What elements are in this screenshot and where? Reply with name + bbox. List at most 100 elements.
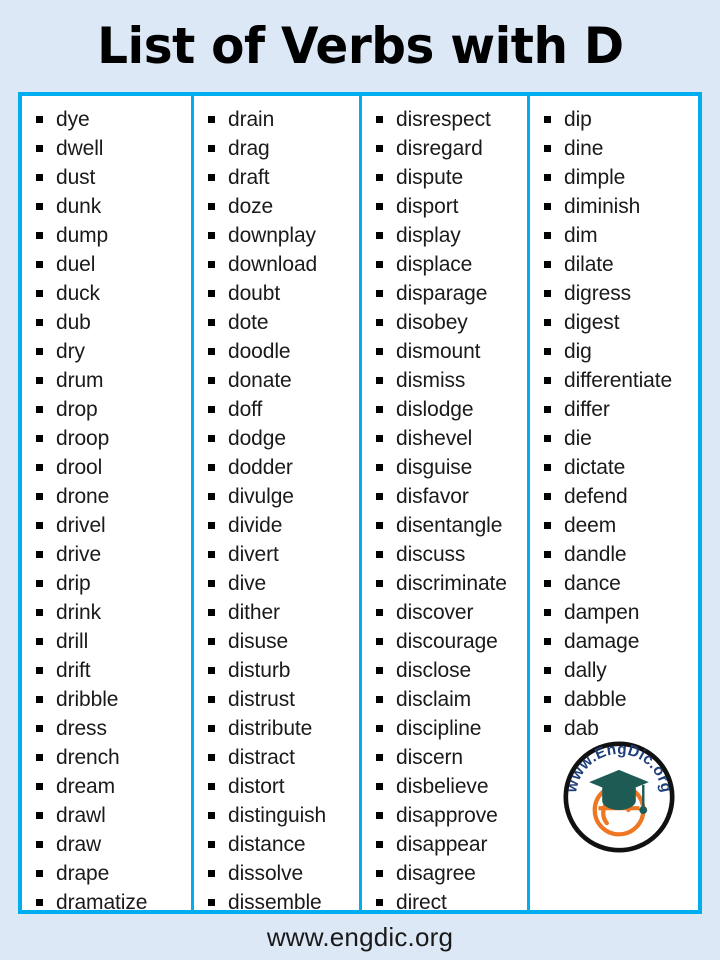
square-bullet-icon	[376, 406, 383, 413]
square-bullet-icon	[544, 203, 551, 210]
list-item: dally	[544, 656, 698, 685]
word-label: dodge	[228, 427, 286, 450]
square-bullet-icon	[544, 696, 551, 703]
list-item: distance	[208, 830, 359, 859]
word-label: drag	[228, 137, 270, 160]
list-item: disbelieve	[376, 772, 527, 801]
word-label: distrust	[228, 688, 295, 711]
word-label: dye	[56, 108, 90, 131]
list-item: dislodge	[376, 395, 527, 424]
square-bullet-icon	[36, 464, 43, 471]
square-bullet-icon	[208, 319, 215, 326]
list-item: disclaim	[376, 685, 527, 714]
list-item: distort	[208, 772, 359, 801]
list-item: drone	[36, 482, 191, 511]
word-label: dance	[564, 572, 621, 595]
list-item: dither	[208, 598, 359, 627]
square-bullet-icon	[36, 203, 43, 210]
word-label: disparage	[396, 282, 488, 305]
list-item: dust	[36, 163, 191, 192]
square-bullet-icon	[36, 754, 43, 761]
square-bullet-icon	[208, 290, 215, 297]
list-item: dote	[208, 308, 359, 337]
word-label: divide	[228, 514, 283, 537]
square-bullet-icon	[376, 232, 383, 239]
list-item: doze	[208, 192, 359, 221]
list-item: dispute	[376, 163, 527, 192]
word-label: dunk	[56, 195, 102, 218]
list-item: distribute	[208, 714, 359, 743]
list-item: duel	[36, 250, 191, 279]
list-item: dab	[544, 714, 698, 743]
word-label: drop	[56, 398, 98, 421]
square-bullet-icon	[544, 551, 551, 558]
square-bullet-icon	[376, 290, 383, 297]
square-bullet-icon	[36, 870, 43, 877]
square-bullet-icon	[208, 841, 215, 848]
square-bullet-icon	[376, 870, 383, 877]
word-label: differentiate	[564, 369, 673, 392]
word-label: dine	[564, 137, 604, 160]
square-bullet-icon	[544, 406, 551, 413]
word-label: dally	[564, 659, 607, 682]
word-label: direct	[396, 891, 447, 910]
list-item: dramatize	[36, 888, 191, 910]
square-bullet-icon	[208, 348, 215, 355]
word-list-3: disrespect disregard dispute disport display…	[362, 105, 527, 910]
list-item: discriminate	[376, 569, 527, 598]
square-bullet-icon	[208, 203, 215, 210]
engdic-logo: www.EngDic.org	[563, 741, 675, 853]
square-bullet-icon	[544, 435, 551, 442]
word-label: dandle	[564, 543, 627, 566]
square-bullet-icon	[376, 145, 383, 152]
word-label: discuss	[396, 543, 466, 566]
square-bullet-icon	[208, 725, 215, 732]
square-bullet-icon	[376, 725, 383, 732]
word-label: drum	[56, 369, 104, 392]
square-bullet-icon	[544, 377, 551, 384]
list-item: download	[208, 250, 359, 279]
list-item: drivel	[36, 511, 191, 540]
word-label: droop	[56, 427, 110, 450]
square-bullet-icon	[376, 580, 383, 587]
word-label: dismiss	[396, 369, 466, 392]
word-label: dilate	[564, 253, 614, 276]
square-bullet-icon	[208, 464, 215, 471]
list-item: disobey	[376, 308, 527, 337]
word-label: die	[564, 427, 592, 450]
word-label: duel	[56, 253, 96, 276]
word-label: digress	[564, 282, 631, 305]
square-bullet-icon	[208, 580, 215, 587]
square-bullet-icon	[208, 406, 215, 413]
word-label: distance	[228, 833, 306, 856]
square-bullet-icon	[36, 696, 43, 703]
list-item: dodder	[208, 453, 359, 482]
word-label: distract	[228, 746, 295, 769]
word-label: dry	[56, 340, 85, 363]
list-item: dampen	[544, 598, 698, 627]
word-label: disappear	[396, 833, 488, 856]
list-item: divert	[208, 540, 359, 569]
square-bullet-icon	[36, 377, 43, 384]
square-bullet-icon	[36, 551, 43, 558]
square-bullet-icon	[376, 319, 383, 326]
square-bullet-icon	[544, 609, 551, 616]
list-item: dishevel	[376, 424, 527, 453]
word-label: discipline	[396, 717, 482, 740]
square-bullet-icon	[376, 261, 383, 268]
list-item: dunk	[36, 192, 191, 221]
word-label: dismount	[396, 340, 481, 363]
list-item: draw	[36, 830, 191, 859]
square-bullet-icon	[208, 696, 215, 703]
square-bullet-icon	[208, 870, 215, 877]
word-label: drift	[56, 659, 91, 682]
title-bar: List of Verbs with D	[0, 0, 720, 92]
list-item: discern	[376, 743, 527, 772]
square-bullet-icon	[208, 435, 215, 442]
word-label: drain	[228, 108, 275, 131]
list-item: disfavor	[376, 482, 527, 511]
word-label: dither	[228, 601, 280, 624]
square-bullet-icon	[36, 493, 43, 500]
list-item: display	[376, 221, 527, 250]
square-bullet-icon	[544, 522, 551, 529]
